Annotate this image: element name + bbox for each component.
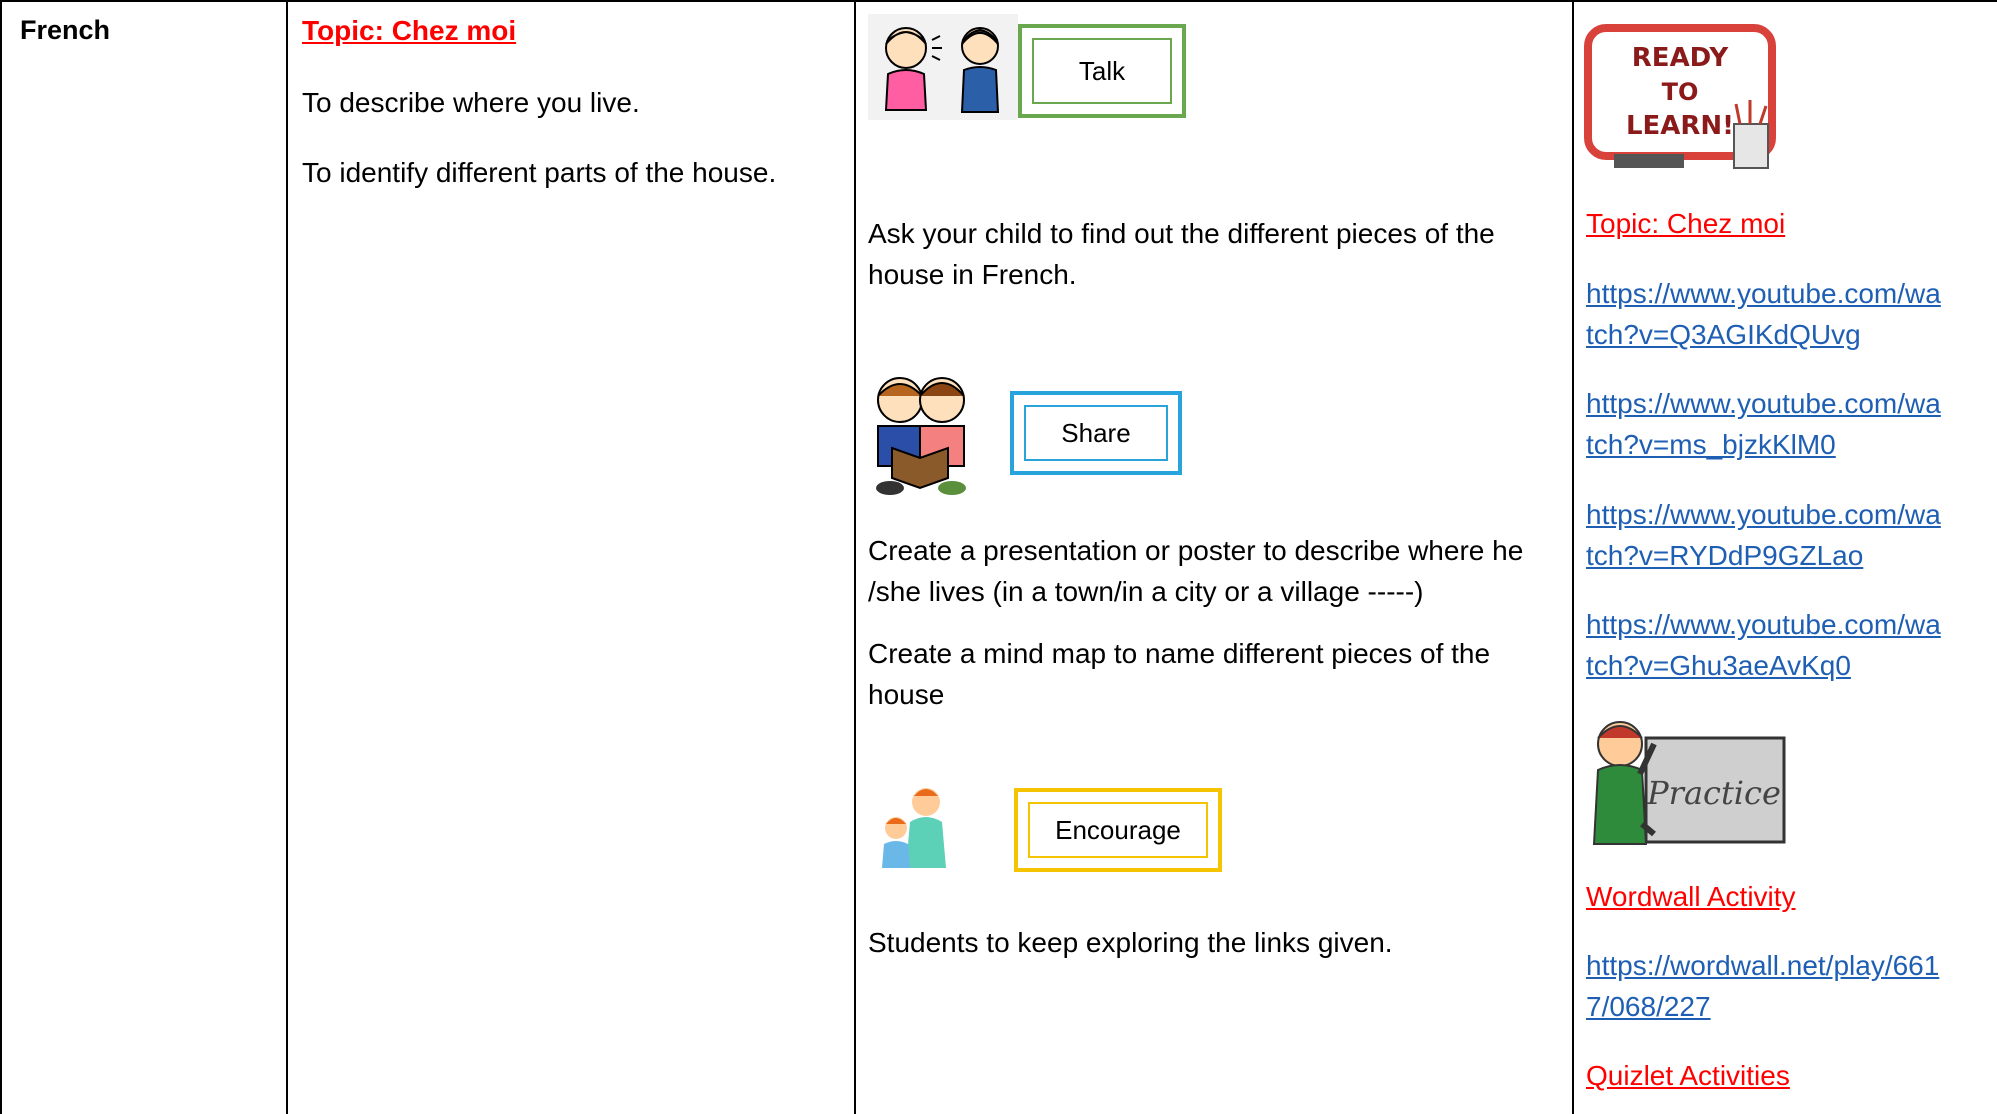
resources-topic: Topic: Chez moi — [1586, 208, 1786, 239]
quizlet-heading: Quizlet Activities — [1586, 1060, 1790, 1091]
talk-text: Ask your child to find out the different… — [868, 218, 1495, 290]
wordwall-heading: Wordwall Activity — [1586, 881, 1796, 912]
lesson-table: French Topic: Chez moi To describe where… — [0, 0, 1997, 1114]
resources-cell: READY TO LEARN! Topic: Chez moi https://… — [1574, 2, 1997, 1114]
practice-sign-text: Practice — [1646, 774, 1781, 812]
objective-line: To describe where you live. — [302, 87, 640, 118]
parent-child-icon — [882, 788, 946, 868]
reading-children-icon — [876, 377, 966, 495]
encourage-text: Students to keep exploring the links giv… — [868, 927, 1393, 958]
objective-line: To identify different parts of the house… — [302, 157, 777, 188]
talk-button: Talk — [1018, 24, 1186, 118]
ready-sign-line: READY — [1632, 43, 1730, 73]
ready-sign-line: TO — [1662, 78, 1699, 106]
share-label: Share — [1061, 417, 1131, 448]
ready-sign-line: LEARN! — [1626, 111, 1734, 141]
talk-label: Talk — [1078, 55, 1126, 86]
objectives-cell: Topic: Chez moi To describe where you li… — [288, 2, 854, 1114]
activities-cell: Talk Ask your child to find out the diff… — [856, 2, 1572, 1114]
wordwall-link[interactable]: https://wordwall.net/play/661 7/068/227 — [1586, 945, 1939, 1027]
youtube-link-4[interactable]: https://www.youtube.com/wa tch?v=Ghu3aeA… — [1586, 604, 1941, 686]
encourage-button: Encourage — [1014, 788, 1222, 872]
share-text-presentation: Create a presentation or poster to descr… — [868, 535, 1524, 607]
youtube-link-3[interactable]: https://www.youtube.com/wa tch?v=RYDdP9G… — [1586, 494, 1941, 576]
youtube-link-1[interactable]: https://www.youtube.com/wa tch?v=Q3AGIKd… — [1586, 273, 1941, 355]
talking-children-icon — [868, 14, 1018, 120]
subject-label: French — [20, 15, 111, 45]
subject-cell: French — [2, 2, 286, 1114]
objectives-topic: Topic: Chez moi — [302, 15, 517, 46]
youtube-link-2[interactable]: https://www.youtube.com/wa tch?v=ms_bjzk… — [1586, 383, 1941, 465]
share-button: Share — [1010, 391, 1182, 475]
encourage-label: Encourage — [1055, 814, 1181, 845]
share-text-mind-map: Create a mind map to name different piec… — [868, 638, 1491, 710]
ready-to-learn-sign-icon: READY TO LEARN! — [1584, 24, 1776, 169]
practice-sign-icon: Practice — [1592, 721, 1786, 845]
